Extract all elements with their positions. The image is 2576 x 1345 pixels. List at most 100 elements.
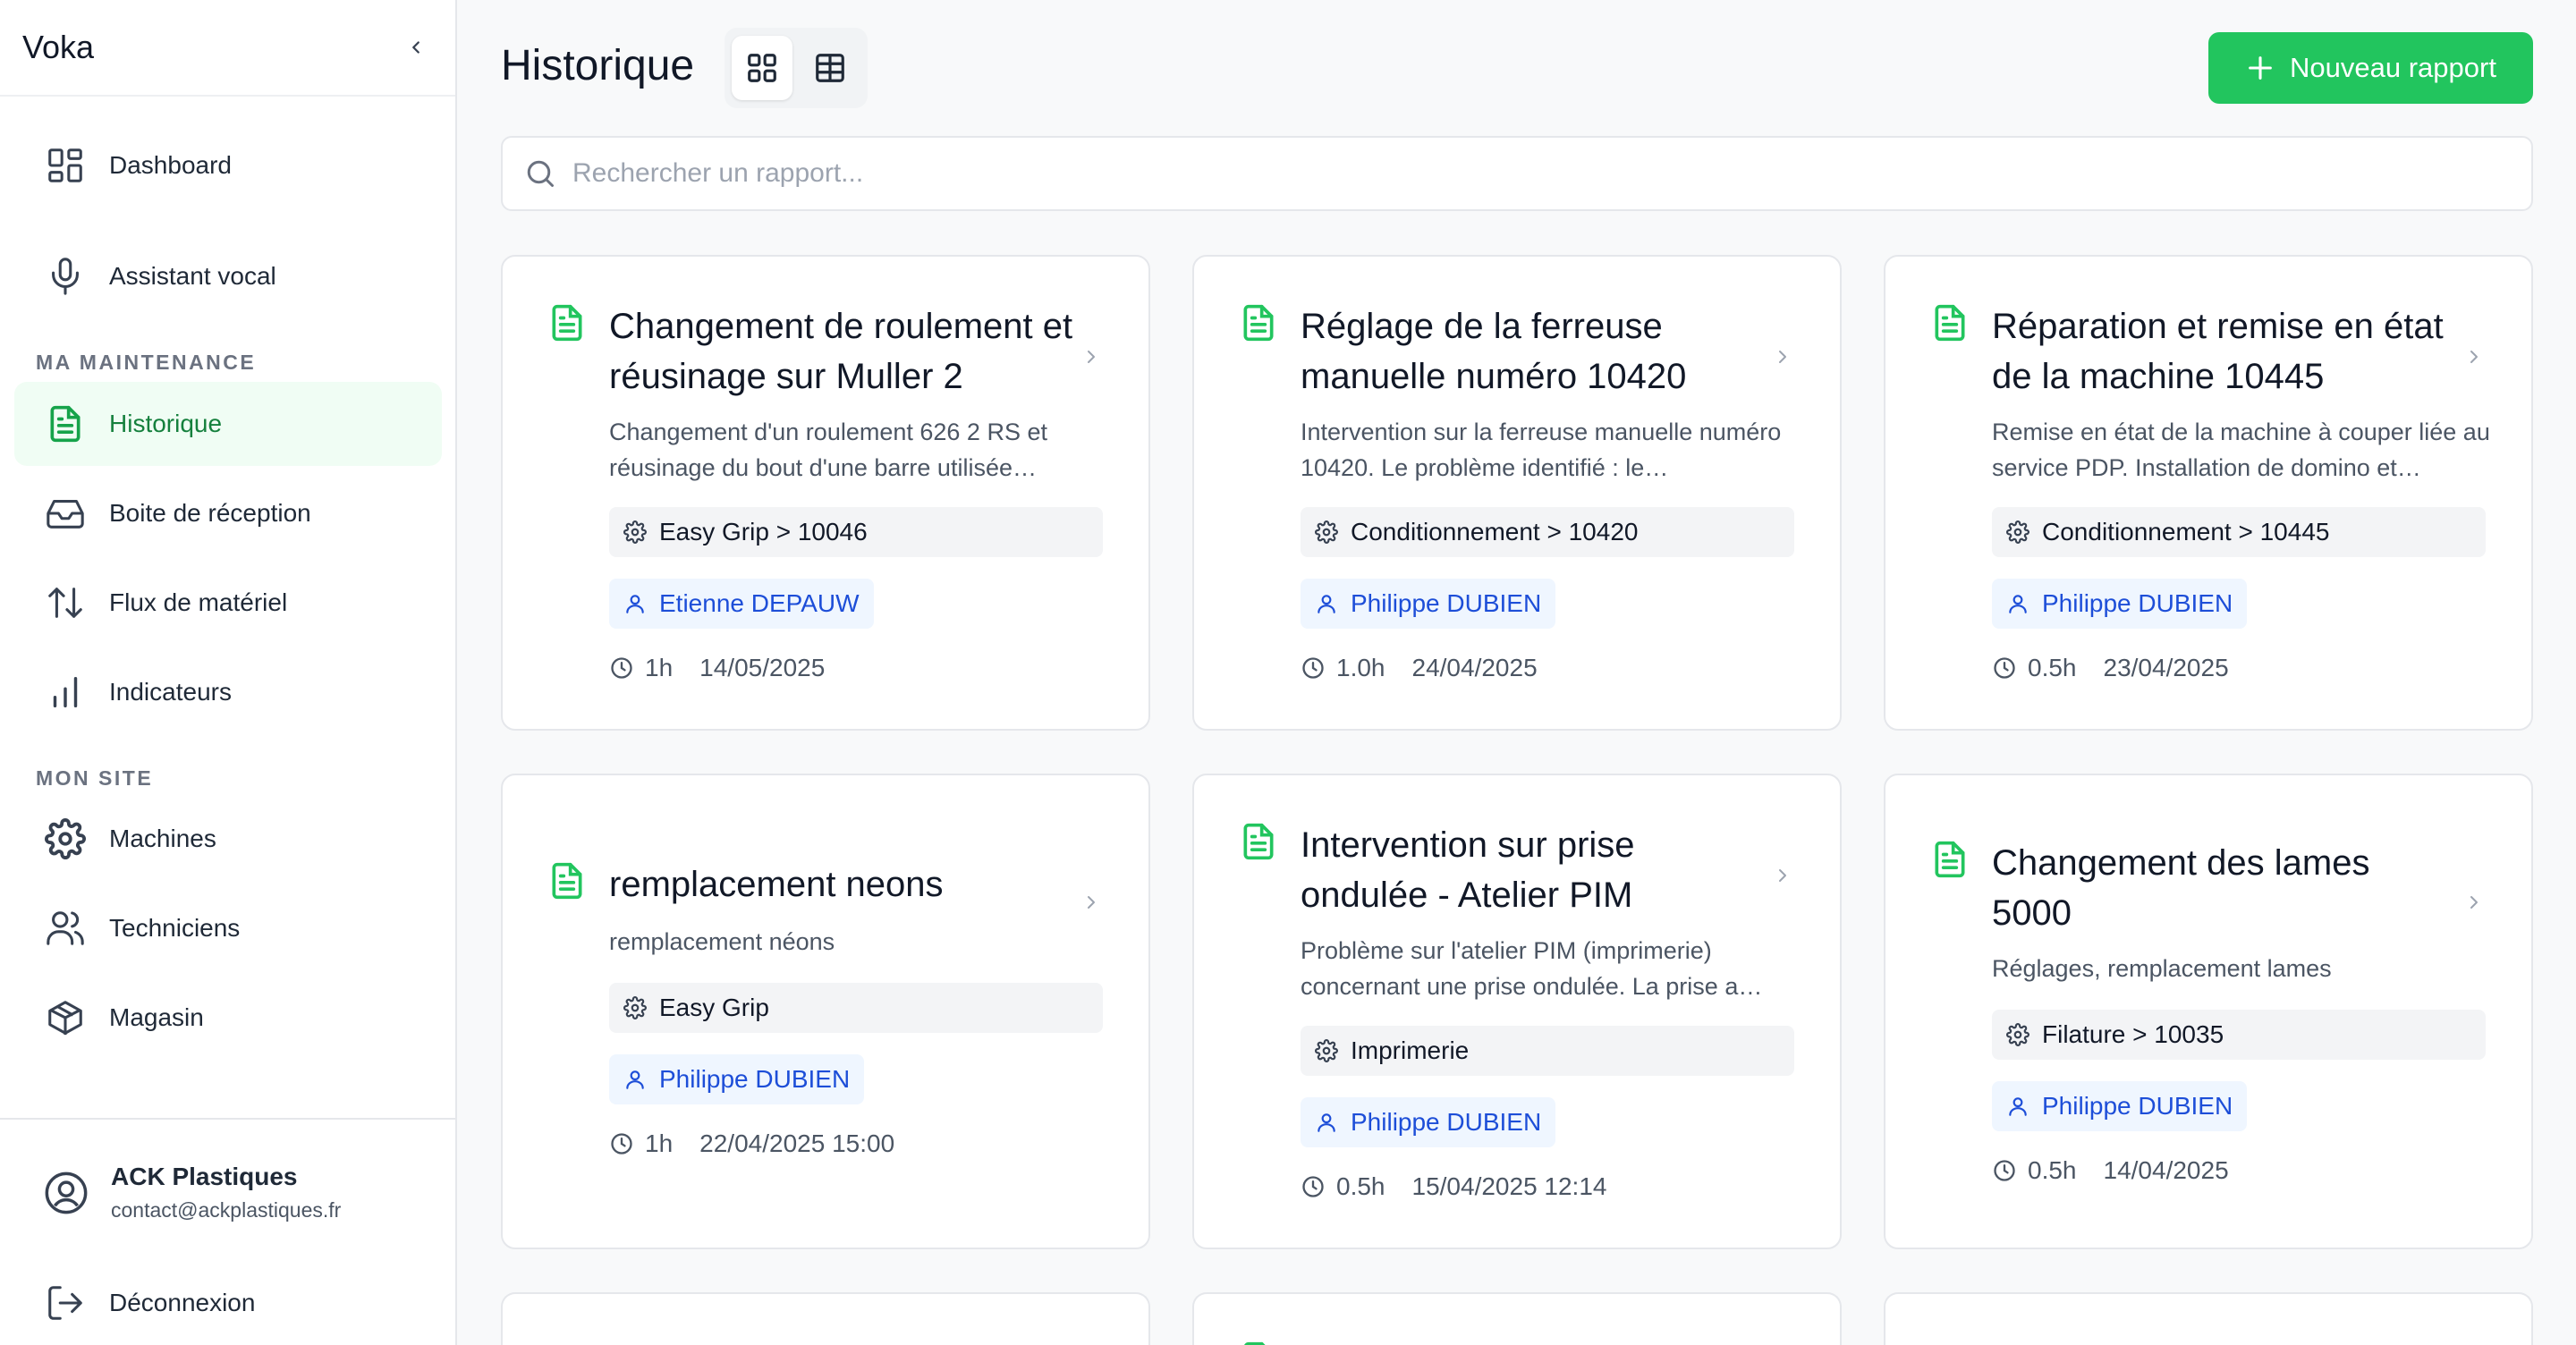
- report-meta: 0.5h 23/04/2025: [1992, 654, 2229, 682]
- report-description: remplacement néons: [609, 928, 835, 955]
- report-title: remplacement neons: [609, 865, 944, 904]
- section-title-site: MON SITE: [36, 766, 154, 790]
- report-title: Changement de roulement et réusinage sur…: [609, 307, 1073, 396]
- user-icon: [1315, 1111, 1338, 1134]
- user-icon: [1315, 592, 1338, 615]
- document-icon: [1239, 301, 1278, 344]
- technician-name: Philippe DUBIEN: [2042, 589, 2233, 617]
- search-bar: [501, 136, 2533, 211]
- gear-icon: [623, 996, 647, 1019]
- section-title-maintenance: MA MAINTENANCE: [36, 351, 257, 374]
- logout-button[interactable]: Déconnexion: [14, 1261, 442, 1345]
- technician-name: Etienne DEPAUW: [659, 589, 860, 617]
- chevron-right-icon: [2463, 346, 2485, 368]
- technician-chip[interactable]: Philippe DUBIEN: [1301, 579, 1556, 629]
- table-view-button[interactable]: [800, 36, 860, 100]
- sidebar-item-indicateurs[interactable]: Indicateurs: [14, 650, 442, 734]
- user-circle-icon: [43, 1170, 89, 1216]
- report-description: Problème sur l'atelier PIM (imprimerie) …: [1301, 937, 1763, 1000]
- report-card[interactable]: [1884, 1292, 2533, 1345]
- table-icon: [816, 54, 844, 82]
- document-icon: [1239, 820, 1278, 863]
- clock-icon: [1992, 1158, 2017, 1183]
- collapse-sidebar-button[interactable]: [398, 30, 434, 65]
- user-icon: [2006, 592, 2029, 615]
- new-report-button[interactable]: Nouveau rapport: [2208, 32, 2533, 104]
- sidebar-item-assistant-vocal[interactable]: Assistant vocal: [14, 234, 442, 318]
- report-title: Réparation et remise en état de la machi…: [1992, 307, 2444, 396]
- machine-chip: Imprimerie: [1301, 1026, 1794, 1076]
- technician-name: Philippe DUBIEN: [1351, 1108, 1542, 1136]
- sidebar-item-label: Dashboard: [109, 151, 232, 179]
- gear-icon: [1315, 520, 1338, 544]
- arrows-up-down-icon: [43, 580, 88, 625]
- sidebar-item-magasin[interactable]: Magasin: [14, 976, 442, 1060]
- clock-icon: [1301, 1174, 1326, 1199]
- technician-name: Philippe DUBIEN: [659, 1065, 851, 1093]
- search-input[interactable]: [572, 158, 2451, 189]
- sidebar-item-historique[interactable]: Historique: [14, 382, 442, 466]
- report-description: Remise en état de la machine à couper li…: [1992, 419, 2490, 481]
- document-icon: [43, 402, 88, 446]
- technician-chip[interactable]: Philippe DUBIEN: [1301, 1097, 1556, 1147]
- report-duration: 0.5h: [1336, 1172, 1385, 1200]
- document-icon: [547, 301, 587, 344]
- report-meta: 1h 14/05/2025: [609, 654, 825, 682]
- user-icon: [2006, 1095, 2029, 1118]
- gear-icon: [623, 520, 647, 544]
- technician-chip[interactable]: Etienne DEPAUW: [609, 579, 874, 629]
- technician-chip[interactable]: Philippe DUBIEN: [1992, 579, 2248, 629]
- document-icon: [1239, 1339, 1278, 1345]
- report-date: 14/04/2025: [2103, 1156, 2229, 1184]
- new-report-label: Nouveau rapport: [2290, 52, 2496, 83]
- report-duration: 0.5h: [2028, 654, 2077, 681]
- report-card[interactable]: Réglage de la ferreuse manuelle numéro 1…: [1192, 255, 1842, 731]
- report-card[interactable]: Réparation et remise en état de la machi…: [1884, 255, 2533, 731]
- report-duration: 0.5h: [2028, 1156, 2077, 1184]
- sidebar-item-label: Machines: [109, 825, 216, 852]
- sidebar-item-dashboard[interactable]: Dashboard: [14, 123, 442, 207]
- report-meta: 1.0h 24/04/2025: [1301, 654, 1538, 682]
- clock-icon: [1301, 656, 1326, 681]
- page-title: Historique: [501, 42, 695, 89]
- report-card[interactable]: [501, 1292, 1150, 1345]
- app-root: Voka Dashboard Assistant vocal MA MAINTE…: [0, 0, 2576, 1345]
- chevron-right-icon: [1080, 892, 1102, 913]
- report-date: 14/05/2025: [699, 654, 826, 681]
- report-duration: 1h: [645, 1129, 674, 1157]
- gear-icon: [43, 816, 88, 861]
- microphone-icon: [43, 254, 88, 299]
- machine-chip: Filature > 10035: [1992, 1010, 2486, 1060]
- sidebar-item-boite-reception[interactable]: Boite de réception: [14, 471, 442, 555]
- clock-icon: [609, 656, 634, 681]
- clock-icon: [1992, 656, 2017, 681]
- report-date: 15/04/2025 12:14: [1411, 1172, 1607, 1200]
- sidebar-item-techniciens[interactable]: Techniciens: [14, 886, 442, 970]
- machine-label: Conditionnement > 10445: [2042, 518, 2330, 546]
- machine-chip: Easy Grip > 10046: [609, 507, 1103, 557]
- organization-profile[interactable]: ACK Plastiques contact@ackplastiques.fr: [43, 1163, 341, 1222]
- technician-chip[interactable]: Philippe DUBIEN: [1992, 1081, 2248, 1131]
- report-card[interactable]: [1192, 1292, 1842, 1345]
- report-card[interactable]: Changement de roulement et réusinage sur…: [501, 255, 1150, 731]
- gear-icon: [2006, 1023, 2029, 1046]
- sidebar: Voka Dashboard Assistant vocal MA MAINTE…: [0, 0, 457, 1345]
- sidebar-item-label: Boite de réception: [109, 499, 311, 527]
- sidebar-item-flux-materiel[interactable]: Flux de matériel: [14, 561, 442, 645]
- report-title: Intervention sur prise ondulée - Atelier…: [1301, 825, 1635, 915]
- report-card[interactable]: remplacement neons remplacement néons Ea…: [501, 774, 1150, 1249]
- report-description: Réglages, remplacement lames: [1992, 955, 2332, 982]
- logout-label: Déconnexion: [109, 1289, 256, 1316]
- machine-chip: Easy Grip: [609, 983, 1103, 1033]
- technician-chip[interactable]: Philippe DUBIEN: [609, 1054, 865, 1104]
- grid-view-button[interactable]: [732, 36, 792, 100]
- report-date: 23/04/2025: [2103, 654, 2229, 681]
- user-icon: [623, 592, 647, 615]
- report-card[interactable]: Changement des lames 5000 Réglages, remp…: [1884, 774, 2533, 1249]
- organization-info: ACK Plastiques contact@ackplastiques.fr: [111, 1163, 341, 1222]
- sidebar-item-machines[interactable]: Machines: [14, 797, 442, 881]
- machine-label: Filature > 10035: [2042, 1020, 2224, 1048]
- report-date: 22/04/2025 15:00: [699, 1129, 895, 1157]
- report-card[interactable]: Intervention sur prise ondulée - Atelier…: [1192, 774, 1842, 1249]
- report-description: Intervention sur la ferreuse manuelle nu…: [1301, 419, 1782, 481]
